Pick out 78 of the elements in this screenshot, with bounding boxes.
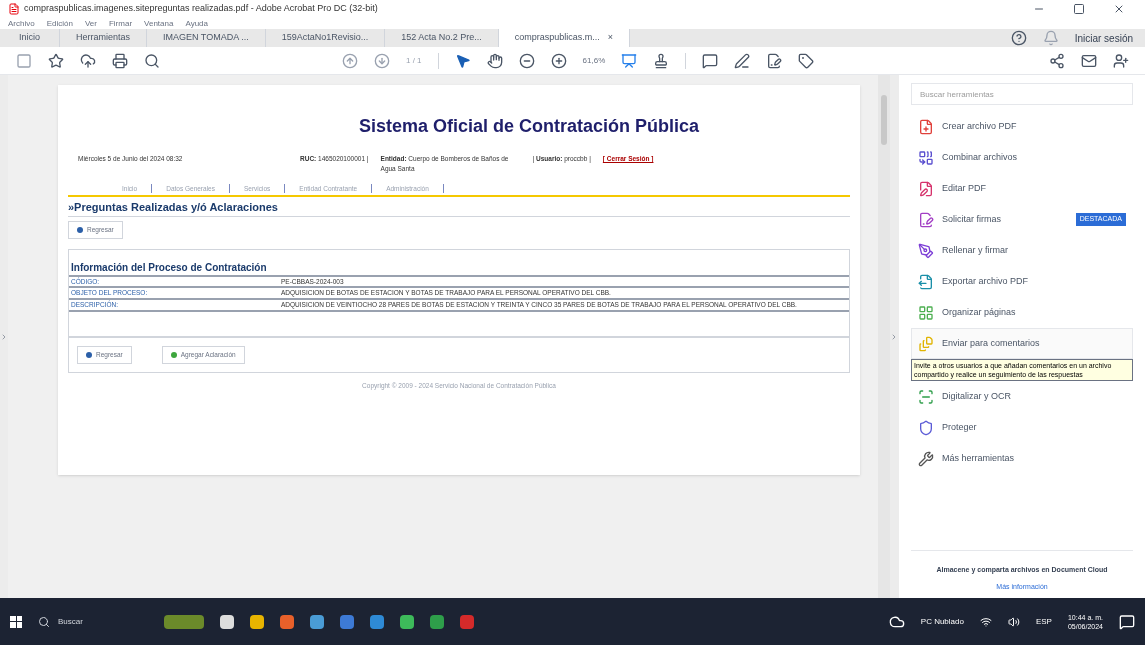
zoom-out-icon[interactable] (518, 52, 535, 69)
menu-item[interactable]: Ver (84, 17, 97, 30)
document-tab[interactable]: compraspublicas.m... × (498, 29, 631, 47)
menu-item[interactable]: Archivo (8, 17, 35, 30)
upload-icon[interactable] (80, 52, 96, 69)
taskbar-app-icon[interactable] (250, 614, 264, 629)
document-tab[interactable]: Herramientas (60, 29, 148, 47)
previous-page-icon[interactable] (342, 52, 358, 69)
tool-item[interactable]: Exportar archivo PDF (911, 266, 1133, 297)
share-icon[interactable] (1049, 52, 1065, 69)
scrollbar[interactable] (878, 75, 890, 598)
file-stack-icon (918, 335, 934, 352)
combine-icon (918, 149, 934, 166)
tool-search-field[interactable]: Buscar herramientas (911, 83, 1133, 105)
shield-icon (918, 419, 934, 436)
tool-item[interactable]: Más herramientas (911, 443, 1133, 474)
window-title: compraspublicas.imagenes.sitepreguntas realizadas.pdf - Adobe Acrobat Pro DC (32-bit) (24, 2, 378, 16)
next-page-icon[interactable] (374, 52, 390, 69)
table-title: Información del Proceso de Contratación (69, 259, 849, 277)
document-tab[interactable]: Inicio (0, 29, 60, 47)
wifi-icon[interactable] (979, 615, 992, 628)
language-indicator[interactable]: ESP (1035, 615, 1052, 628)
sign-icon[interactable] (766, 52, 783, 69)
tool-item[interactable]: Editar PDF (911, 173, 1133, 204)
document-tab[interactable]: 159ActaNo1Revisio... (265, 29, 386, 47)
search-icon[interactable] (144, 52, 160, 69)
document-tab[interactable]: 152 Acta No.2 Pre... (385, 29, 499, 47)
print-icon[interactable] (112, 52, 128, 69)
app-icon (8, 3, 20, 15)
tool-item[interactable]: Organizar páginas (911, 297, 1133, 328)
promo-icon[interactable] (164, 614, 204, 629)
pen-icon[interactable] (734, 52, 751, 69)
mail-icon[interactable] (1081, 52, 1097, 69)
menu-item[interactable]: Edición (46, 17, 73, 30)
file-export-icon (918, 273, 934, 290)
taskbar-app-icon[interactable] (220, 614, 234, 629)
file-plus-icon (918, 118, 934, 135)
user-icon[interactable] (1113, 52, 1129, 69)
menu-item[interactable]: Firmar (108, 17, 133, 30)
windows-start-icon[interactable] (10, 615, 22, 628)
taskbar-search[interactable]: Buscar (38, 615, 148, 628)
close-icon[interactable] (1113, 3, 1125, 15)
tools-icon (918, 450, 934, 467)
document-tab[interactable]: IMAGEN TOMADA ... (147, 29, 266, 47)
signature-icon (918, 211, 934, 228)
pointer-icon[interactable] (454, 52, 471, 69)
presentation-icon[interactable] (621, 52, 638, 69)
help-icon[interactable] (1010, 30, 1027, 46)
hand-icon[interactable] (486, 52, 503, 69)
taskbar-app-icon[interactable] (400, 614, 414, 629)
tool-item[interactable]: Digitalizar y OCR (911, 381, 1133, 412)
weather-text[interactable]: PC Nublado (920, 615, 964, 628)
tool-item[interactable]: Combinar archivos (911, 142, 1133, 173)
search-icon (38, 615, 50, 628)
scan-icon (918, 388, 934, 405)
tool-item[interactable]: Proteger (911, 412, 1133, 443)
tool-item[interactable]: Rellenar y firmar (911, 235, 1133, 266)
section-heading: »Preguntas Realizadas y/ó Aclaraciones (68, 199, 850, 217)
zoom-dropdown[interactable]: 61,6% (582, 54, 606, 67)
grid-icon (918, 304, 934, 321)
stamp-icon[interactable] (653, 52, 670, 69)
site-title: Sistema Oficial de Contratación Pública (357, 115, 701, 138)
zoom-in-icon[interactable] (550, 52, 567, 69)
sidebar-toggle-icon[interactable] (16, 52, 32, 69)
menu-item[interactable]: Ayuda (185, 17, 208, 30)
menu-item[interactable]: Ventana (144, 17, 174, 30)
star-icon[interactable] (48, 52, 64, 69)
pen-icon (918, 242, 934, 259)
volume-icon[interactable] (1007, 615, 1020, 628)
maximize-icon[interactable] (1073, 3, 1085, 15)
file-edit-icon (918, 180, 934, 197)
tag-icon[interactable] (798, 52, 815, 69)
taskbar-app-icon[interactable] (310, 614, 324, 629)
tool-item[interactable]: Enviar para comentarios (911, 328, 1133, 359)
notification-icon[interactable] (1119, 613, 1135, 630)
sign-in-link[interactable]: Iniciar sesión (1074, 30, 1133, 46)
comment-icon[interactable] (702, 52, 719, 69)
tool-item[interactable]: Crear archivo PDF (911, 111, 1133, 142)
